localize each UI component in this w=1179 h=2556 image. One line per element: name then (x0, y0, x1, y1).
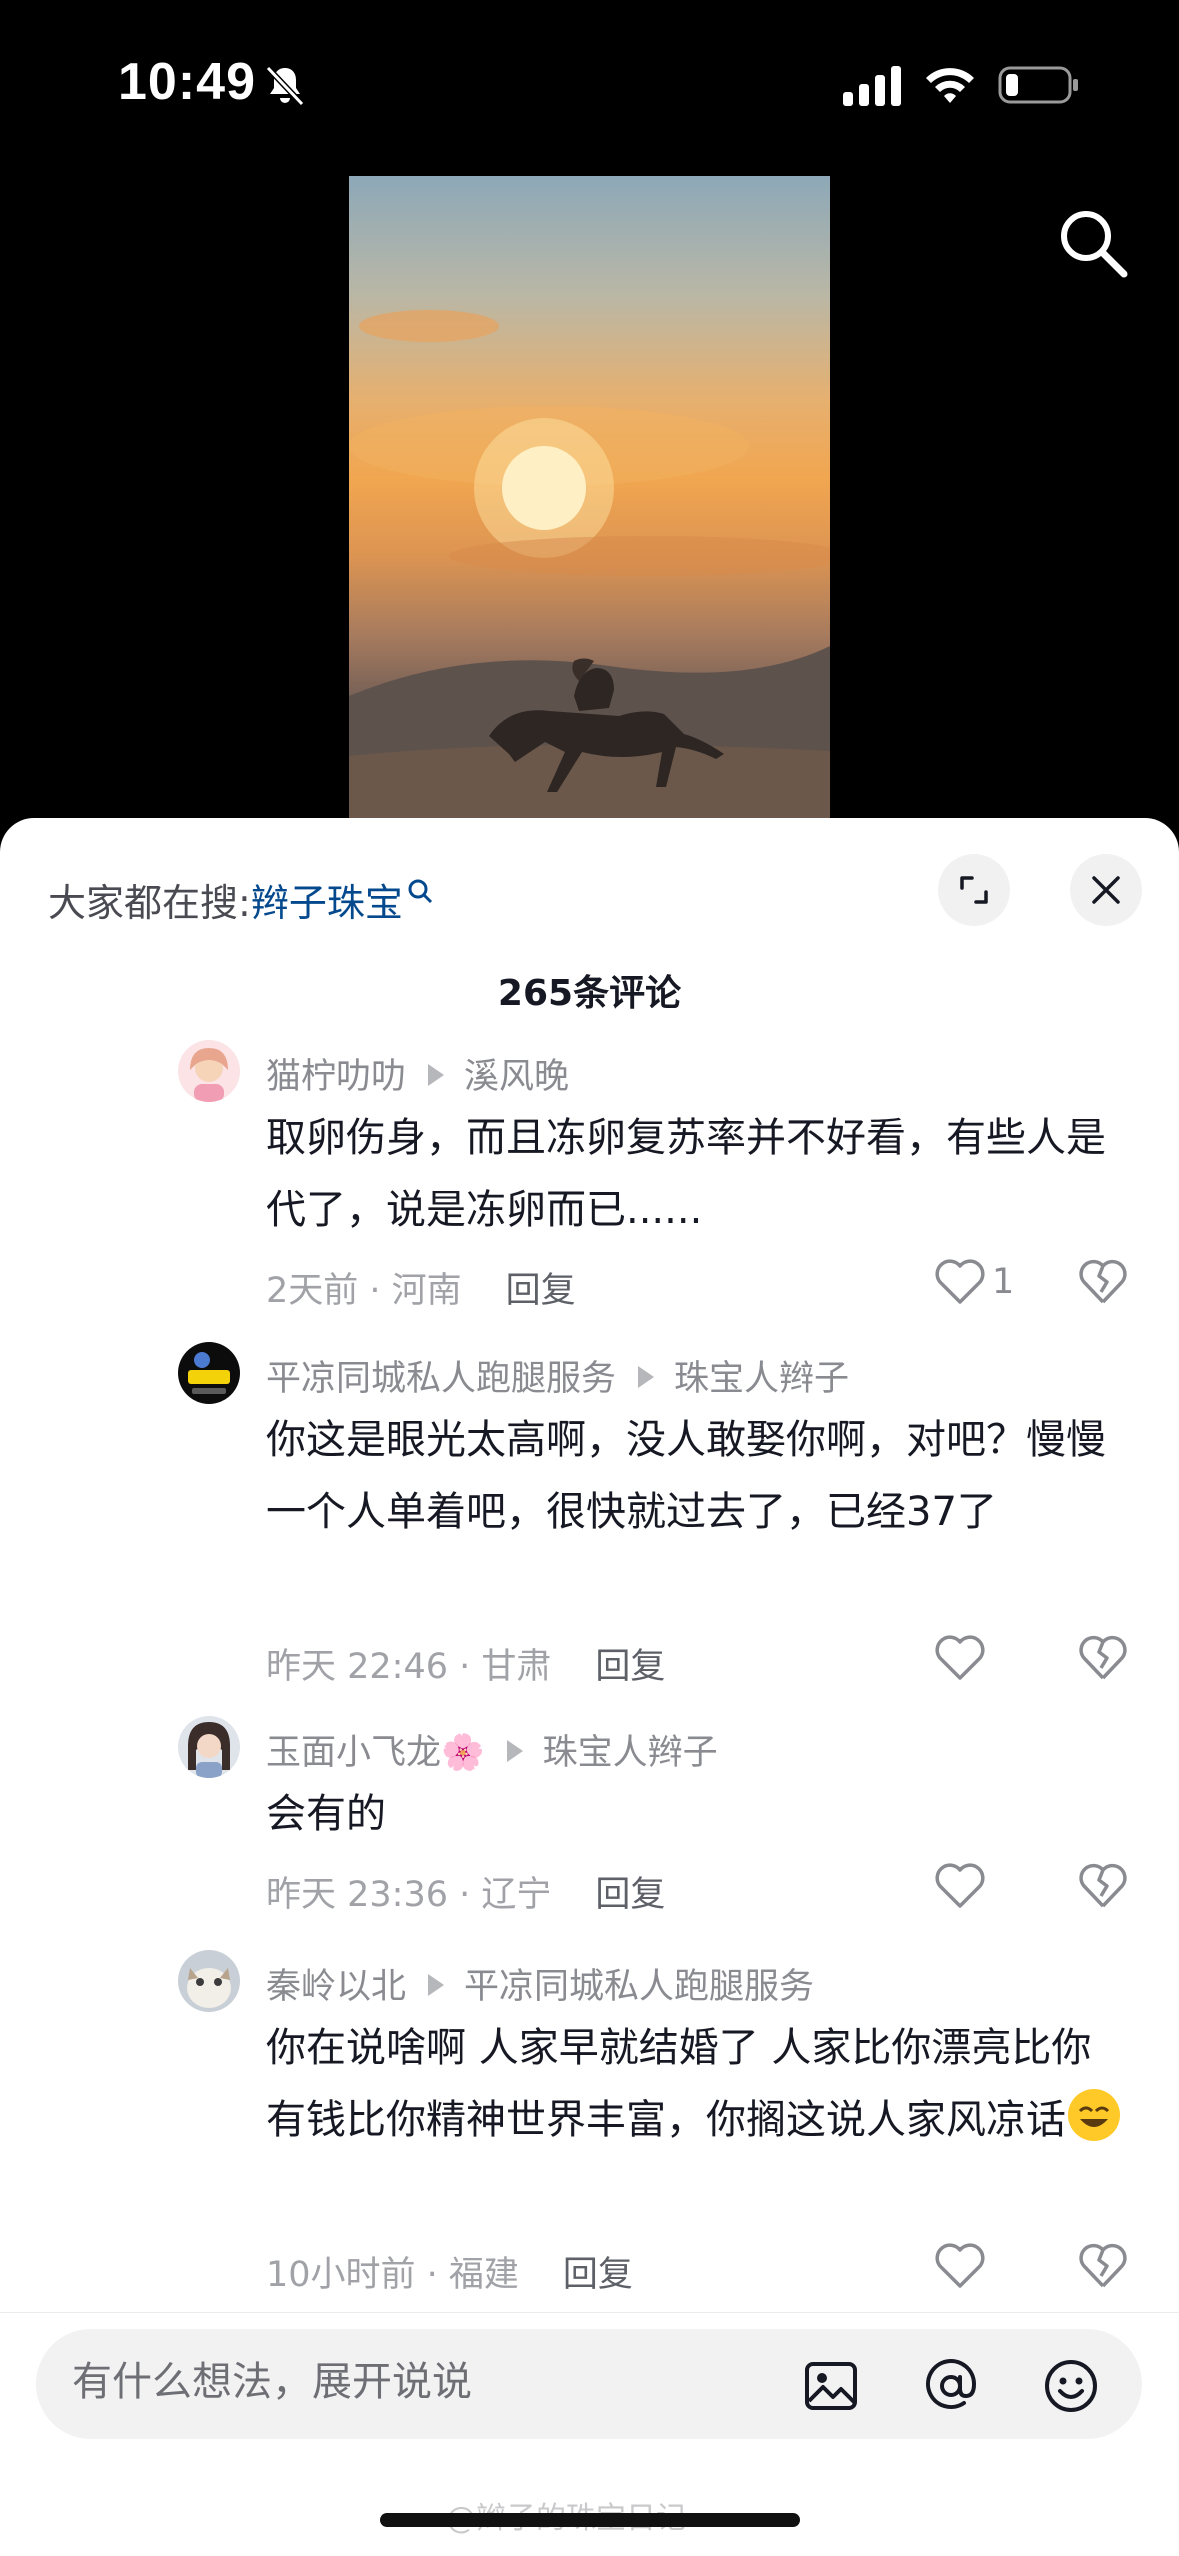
comment-author-line: 玉面小飞龙🌸 珠宝人辫子 (266, 1724, 718, 1775)
comment-input[interactable] (72, 2359, 772, 2405)
broken-heart-icon[interactable] (1078, 2242, 1128, 2290)
comment-text: 你在说啥啊 人家早就结婚了 人家比你漂亮比你有钱比你精神世界丰富，你搁这说人家风… (266, 2012, 1126, 2156)
heart-icon[interactable] (934, 1862, 986, 1910)
search-icon[interactable] (1056, 206, 1130, 280)
avatar[interactable] (178, 1040, 240, 1102)
reply-target[interactable]: 珠宝人辫子 (674, 1359, 849, 1399)
reply-button[interactable]: 回复 (595, 1647, 665, 1687)
comment-author-line: 平凉同城私人跑腿服务 珠宝人辫子 (266, 1350, 849, 1401)
comment-author[interactable]: 秦岭以北 (266, 1967, 406, 2007)
close-button[interactable] (1070, 854, 1142, 926)
cellular-signal-icon (843, 66, 901, 106)
battery-icon (998, 66, 1078, 104)
comment-author[interactable]: 玉面小飞龙🌸 (266, 1733, 485, 1773)
reply-arrow-icon (428, 1064, 445, 1086)
reply-target[interactable]: 珠宝人辫子 (543, 1733, 718, 1773)
comment-author[interactable]: 猫柠叻叻 (266, 1057, 406, 1097)
comment-time-location: 10小时前 · 福建 (266, 2255, 519, 2295)
comment-input-bar: @辫子的珠宝日记 (0, 2312, 1179, 2556)
comment-meta: 昨天 23:36 · 辽宁 回复 (266, 1866, 665, 1917)
reply-arrow-icon (428, 1974, 445, 1996)
search-suggestion[interactable]: 大家都在搜:辫子珠宝 (48, 872, 433, 927)
close-icon (1092, 876, 1120, 904)
reply-button[interactable]: 回复 (595, 1875, 665, 1915)
comment-sheet: 大家都在搜:辫子珠宝 265条评论 猫柠叻叻 溪风晚 取卵伤身，而且冻卵复苏率并不… (0, 818, 1179, 2556)
comment-text: 会有的 (266, 1791, 386, 1837)
reply-target[interactable]: 平凉同城私人跑腿服务 (464, 1967, 814, 2007)
expand-icon (960, 876, 988, 904)
comment-time-location: 昨天 22:46 · 甘肃 (266, 1647, 552, 1687)
comment-meta: 昨天 22:46 · 甘肃 回复 (266, 1638, 665, 1689)
video-frame (349, 310, 830, 832)
heart-icon[interactable] (934, 1258, 986, 1306)
search-keyword[interactable]: 辫子珠宝 (251, 881, 403, 925)
laughing-emoji-icon (1068, 2089, 1120, 2141)
comment-meta: 10小时前 · 福建 回复 (266, 2246, 633, 2297)
comment-text: 取卵伤身，而且冻卵复苏率并不好看，有些人是代了，说是冻卵而已...... (266, 1115, 1106, 1233)
status-time: 10:49 (118, 53, 256, 111)
search-prefix: 大家都在搜: (48, 881, 251, 925)
avatar[interactable] (178, 1716, 240, 1778)
broken-heart-icon[interactable] (1078, 1862, 1128, 1910)
comment-time-location: 2天前 · 河南 (266, 1271, 462, 1311)
comment-author-line: 猫柠叻叻 溪风晚 (266, 1048, 569, 1099)
status-bar: 10:49 (0, 0, 1179, 175)
at-mention-icon[interactable] (922, 2357, 980, 2415)
small-search-icon (408, 879, 432, 904)
comment-text-content: 你在说啥啊 人家早就结婚了 人家比你漂亮比你有钱比你精神世界丰富，你搁这说人家风… (266, 2025, 1092, 2143)
broken-heart-icon[interactable] (1078, 1258, 1128, 1306)
reply-button[interactable]: 回复 (563, 2255, 633, 2295)
wifi-icon (926, 68, 974, 103)
avatar[interactable] (178, 1950, 240, 2012)
avatar[interactable] (178, 1342, 240, 1404)
reply-target[interactable]: 溪风晚 (464, 1057, 569, 1097)
comment-input-container[interactable] (36, 2329, 1142, 2439)
comment-author-line: 秦岭以北 平凉同城私人跑腿服务 (266, 1958, 814, 2009)
emoji-icon[interactable] (1042, 2357, 1100, 2415)
reply-button[interactable]: 回复 (506, 1271, 576, 1311)
comment-time-location: 昨天 23:36 · 辽宁 (266, 1875, 552, 1915)
heart-icon[interactable] (934, 2242, 986, 2290)
image-icon[interactable] (802, 2357, 860, 2415)
video-player[interactable] (349, 176, 830, 832)
comment-author[interactable]: 平凉同城私人跑腿服务 (266, 1359, 616, 1399)
heart-icon[interactable] (934, 1634, 986, 1682)
home-indicator[interactable] (380, 2513, 800, 2527)
broken-heart-icon[interactable] (1078, 1634, 1128, 1682)
bell-slash-icon (265, 65, 305, 107)
reply-arrow-icon (638, 1366, 655, 1388)
reply-arrow-icon (506, 1740, 523, 1762)
like-count: 1 (992, 1262, 1015, 1302)
expand-button[interactable] (938, 854, 1010, 926)
comment-count: 265条评论 (497, 973, 682, 1014)
comment-text: 你这是眼光太高啊，没人敢娶你啊，对吧？慢慢一个人单着吧，很快就过去了，已经37了 (266, 1417, 1106, 1535)
comment-meta: 2天前 · 河南 回复 (266, 1262, 576, 1313)
